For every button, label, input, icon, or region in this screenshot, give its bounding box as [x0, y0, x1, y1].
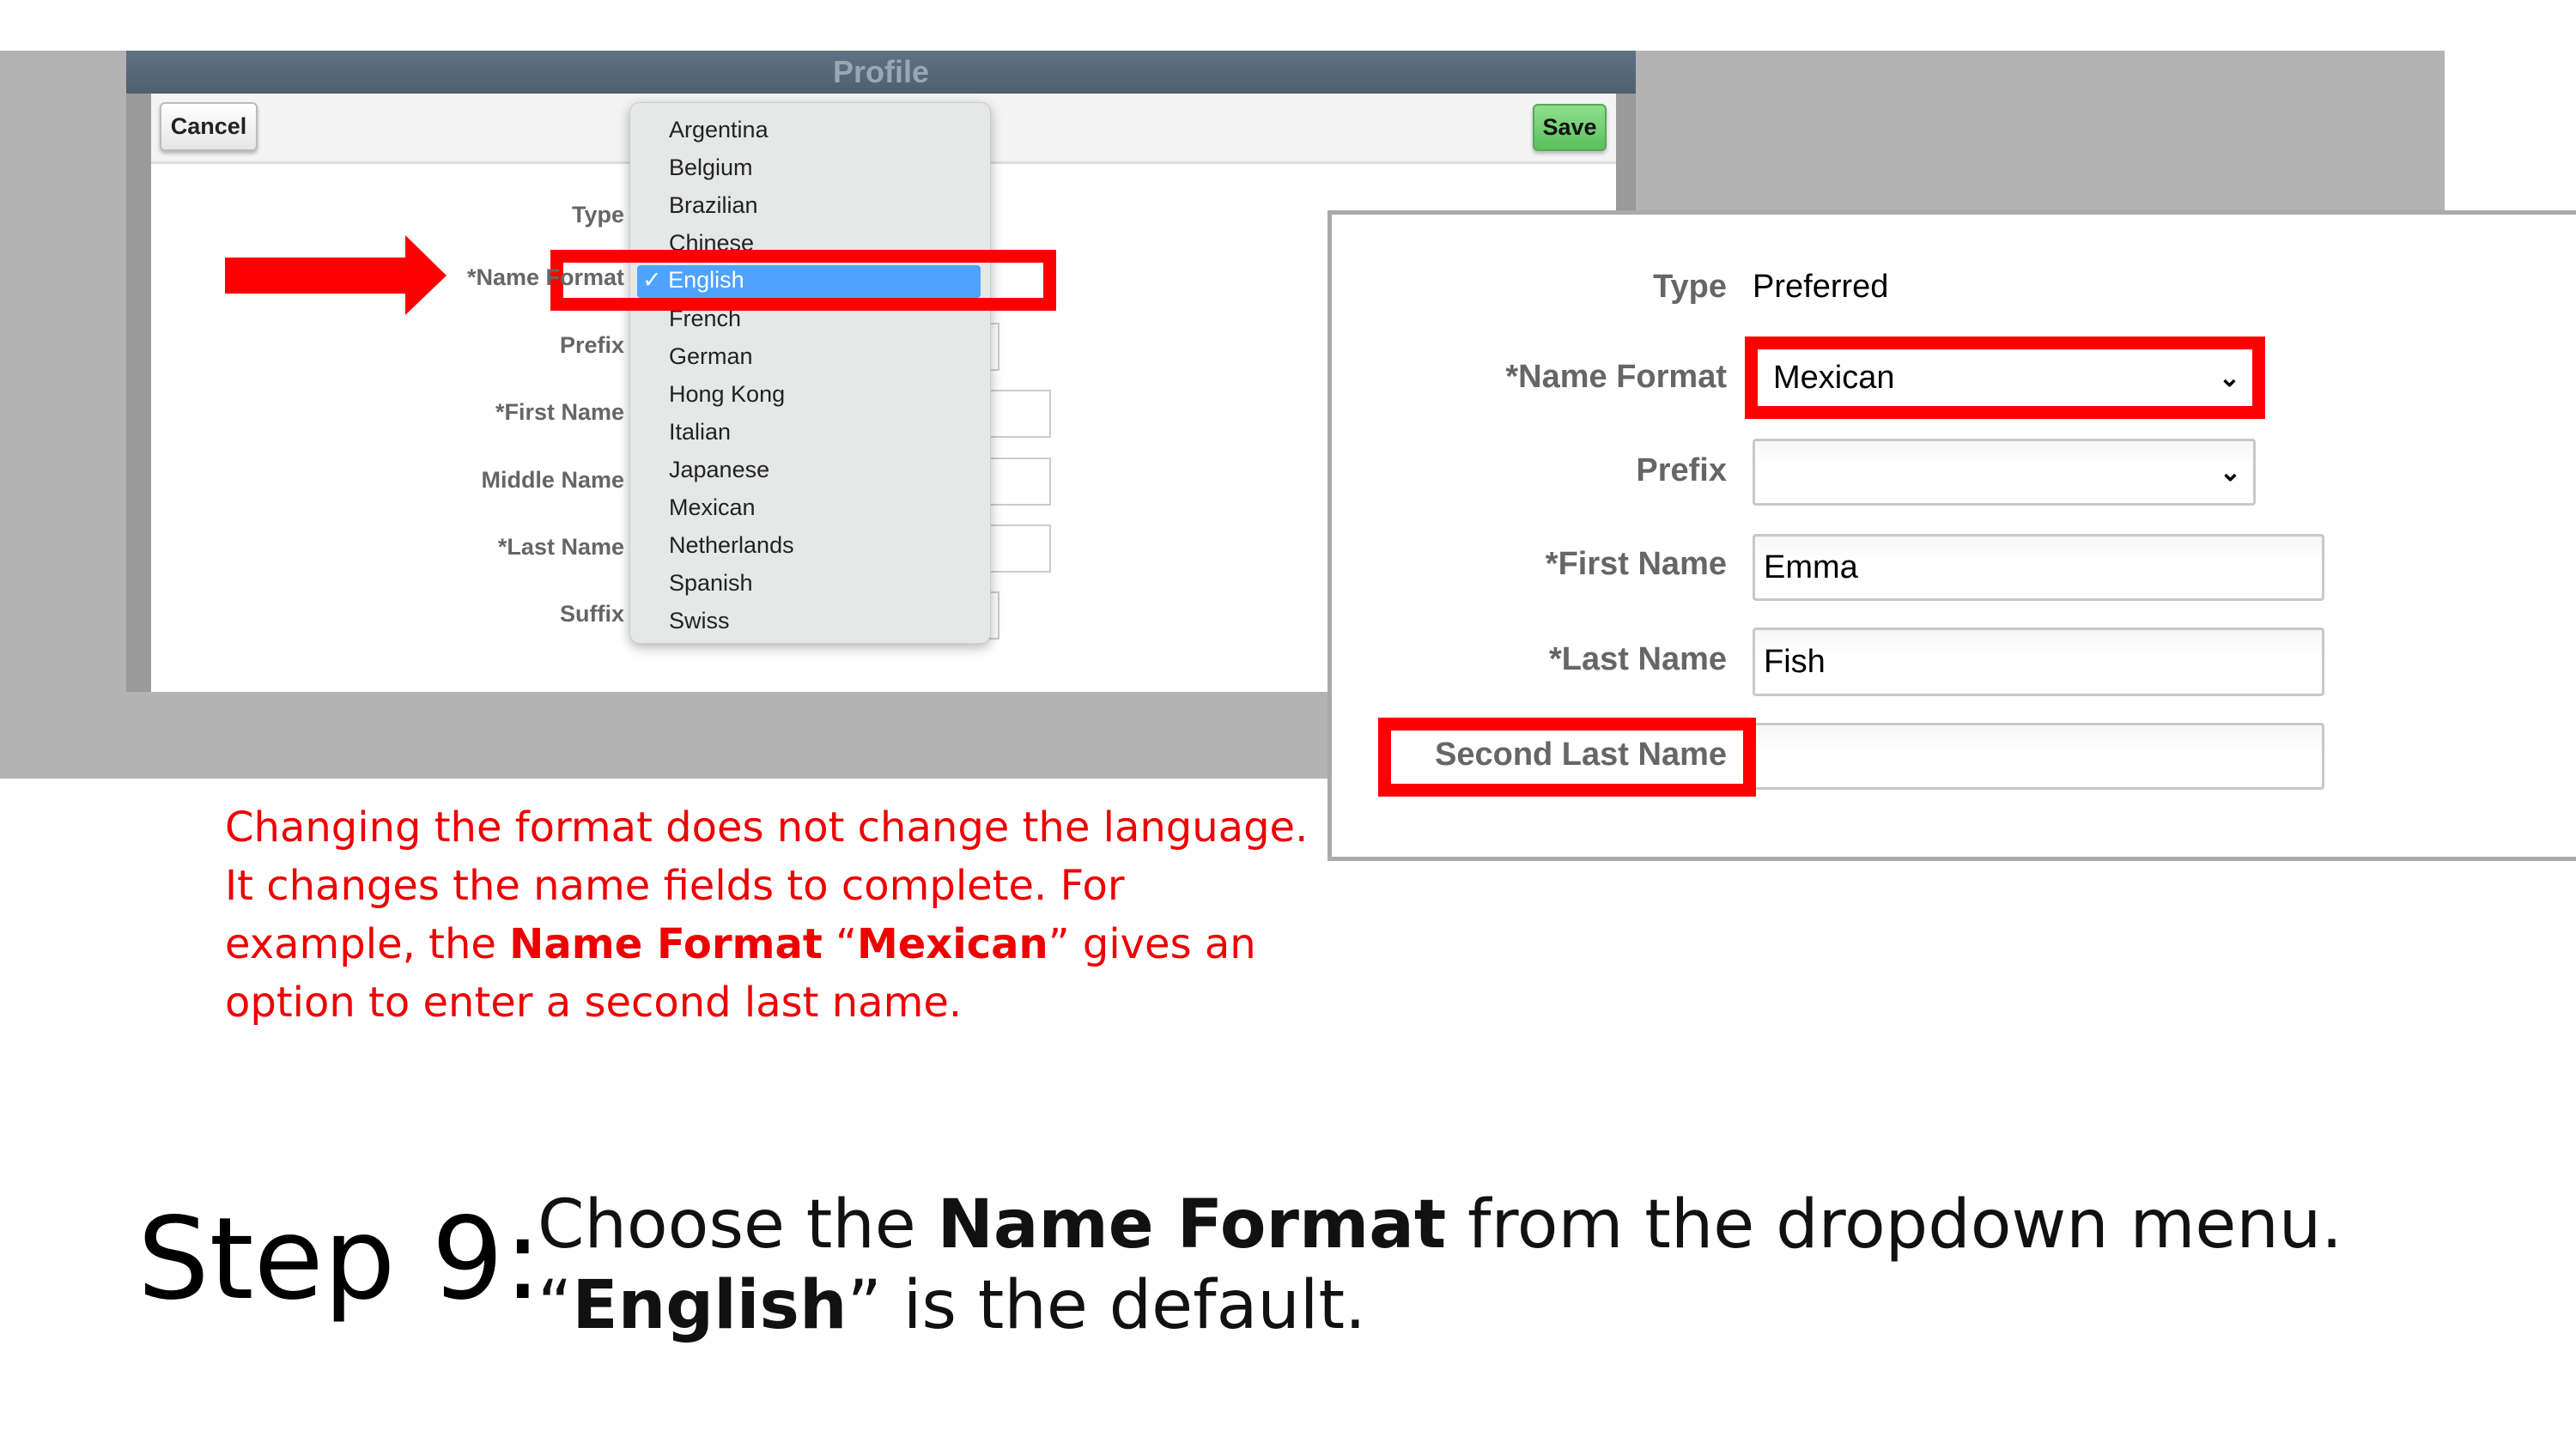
prefix-label: Prefix — [1636, 452, 1727, 488]
first-name-label: *First Name — [1545, 546, 1727, 582]
option-brazilian[interactable]: Brazilian — [669, 192, 758, 219]
step-text: ” is the default. — [847, 1267, 1366, 1344]
second-last-name-input[interactable] — [1753, 723, 2324, 790]
first-name-input[interactable]: Emma — [1753, 534, 2324, 601]
last-name-input[interactable]: Fish — [1753, 627, 2324, 696]
option-japanese[interactable]: Japanese — [669, 457, 769, 483]
option-belgium[interactable]: Belgium — [669, 155, 753, 181]
option-hong-kong[interactable]: Hong Kong — [669, 381, 785, 408]
name-format-label: *Name Format — [466, 264, 624, 290]
name-format-dropdown[interactable]: Argentina Belgium Brazilian Chinese ✓ En… — [629, 102, 991, 644]
prefix-label: Prefix — [559, 332, 624, 358]
save-button[interactable]: Save — [1533, 104, 1607, 151]
highlight-box-name-format-mexican — [1745, 336, 2265, 419]
note-bold: Mexican — [856, 920, 1048, 968]
step-bold: Name Format — [937, 1186, 1447, 1264]
option-netherlands[interactable]: Netherlands — [669, 532, 794, 559]
window-title: Profile — [126, 51, 1636, 94]
option-argentina[interactable]: Argentina — [669, 117, 769, 143]
option-swiss[interactable]: Swiss — [669, 608, 730, 634]
step-text: Choose the — [538, 1186, 938, 1264]
option-italian[interactable]: Italian — [669, 419, 731, 446]
suffix-label: Suffix — [559, 601, 624, 627]
option-german[interactable]: German — [669, 343, 753, 370]
arrow-right-icon — [225, 235, 447, 315]
prefix-select[interactable]: ⌄ — [1753, 439, 2256, 506]
cancel-button[interactable]: Cancel — [160, 102, 258, 151]
type-label: Type — [1653, 269, 1727, 305]
highlight-box-name-format — [550, 250, 1056, 311]
step-bold: English — [572, 1267, 848, 1344]
step-description: Choose the Name Format from the dropdown… — [538, 1185, 2538, 1346]
chevron-down-icon: ⌄ — [2219, 458, 2241, 487]
last-name-label: *Last Name — [497, 534, 624, 560]
note-text: “ — [822, 920, 857, 968]
last-name-label: *Last Name — [1549, 641, 1727, 677]
type-label: Type — [571, 202, 624, 227]
name-format-label: *Name Format — [1505, 359, 1727, 395]
type-value: Preferred — [1753, 269, 1889, 305]
option-spanish[interactable]: Spanish — [669, 570, 753, 597]
first-name-label: *First Name — [495, 399, 624, 425]
middle-name-label: Middle Name — [481, 467, 624, 493]
second-last-name-label: Second Last Name — [1435, 737, 1727, 773]
option-mexican[interactable]: Mexican — [669, 494, 756, 521]
step-label: Step 9: — [137, 1193, 542, 1325]
note-bold: Name Format — [509, 920, 823, 968]
annotation-note: Changing the format does not change the … — [225, 798, 1315, 1032]
